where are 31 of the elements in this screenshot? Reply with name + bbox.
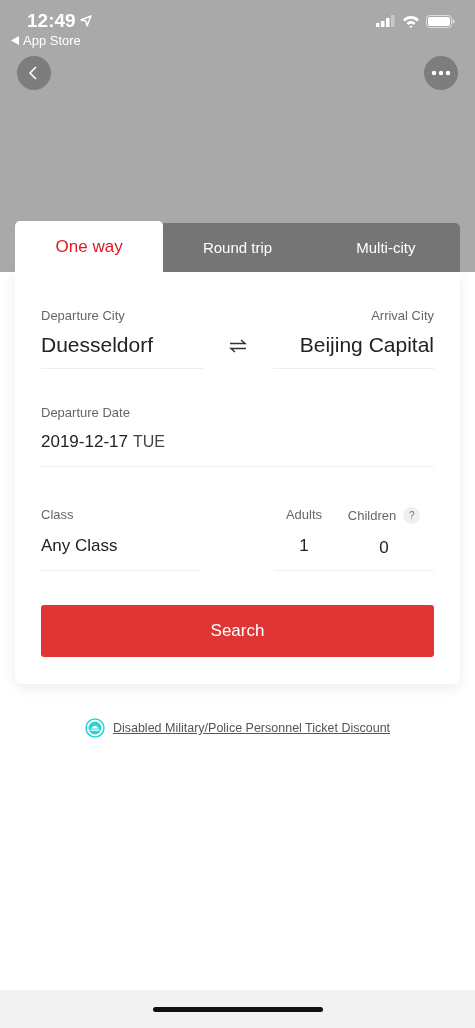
- field-label: Children: [347, 508, 397, 523]
- battery-icon: [426, 14, 455, 28]
- chevron-left-icon: [28, 66, 40, 80]
- field-label: Departure Date: [41, 405, 131, 420]
- trip-type-tab[interactable]: Multi-city: [311, 223, 460, 272]
- departure-date-field[interactable]: 2019-12-17: [41, 432, 128, 452]
- signal-icon: [376, 15, 396, 27]
- search-button[interactable]: Search: [41, 605, 434, 657]
- more-icon: [431, 70, 451, 76]
- back-button[interactable]: [17, 56, 51, 90]
- adults-field[interactable]: 1: [299, 536, 309, 556]
- class-field[interactable]: Any Class: [41, 536, 201, 556]
- wifi-icon: [402, 14, 420, 28]
- trip-type-tab[interactable]: Round trip: [163, 223, 312, 272]
- field-label: Class: [41, 507, 75, 522]
- swap-icon[interactable]: [228, 339, 247, 353]
- arrival-city-field[interactable]: Beijing Capital: [299, 333, 434, 357]
- trip-type-tab[interactable]: One way: [15, 221, 164, 272]
- field-label: Departure City: [41, 308, 126, 323]
- location-arrow-icon: [79, 15, 92, 27]
- children-field[interactable]: 0: [379, 538, 389, 558]
- weekday-text: TUE: [132, 433, 165, 451]
- departure-city-field[interactable]: Duesseldorf: [41, 333, 203, 357]
- status-time: 12:49: [27, 10, 76, 32]
- discount-link[interactable]: Disabled Military/Police Personnel Ticket Discount: [112, 721, 391, 735]
- cap-icon: [84, 718, 105, 738]
- field-label: Arrival City: [371, 308, 434, 323]
- more-button[interactable]: [424, 56, 458, 90]
- help-icon[interactable]: ?: [403, 507, 421, 524]
- back-triangle-icon: [11, 36, 19, 45]
- field-label: Adults: [285, 507, 323, 522]
